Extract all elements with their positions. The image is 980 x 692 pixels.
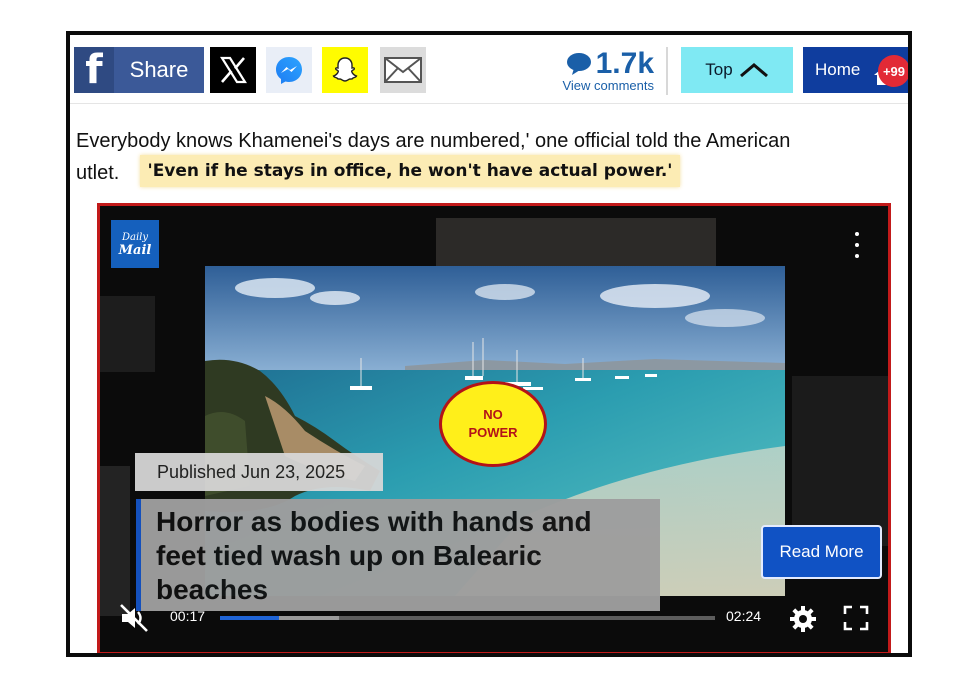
view-comments-label: View comments: [562, 78, 654, 93]
top-label: Top: [705, 60, 733, 79]
share-toolbar: f Share 1.7k View comments Top Home +99: [70, 35, 908, 103]
duration-time: 02:24: [726, 608, 762, 624]
snapchat-icon: [332, 57, 358, 82]
comments-count: 1.7k: [595, 47, 654, 80]
headline-text: Horror as bodies with hands and feet tie…: [156, 506, 592, 605]
screenshot-frame: f Share 1.7k View comments Top Home +99 …: [66, 31, 912, 657]
messenger-icon: [276, 57, 302, 84]
video-headline: Horror as bodies with hands and feet tie…: [136, 499, 660, 611]
email-icon: [384, 57, 422, 83]
chevron-up-icon: [739, 63, 768, 78]
email-share-button[interactable]: [380, 47, 426, 93]
logo-line-2: Mail: [118, 243, 152, 258]
muted-speaker-icon[interactable]: [118, 602, 150, 634]
article-paragraph: Everybody knows Khamenei's days are numb…: [76, 125, 896, 184]
daily-mail-logo: Daily Mail: [111, 220, 159, 268]
comment-bubble-icon: [566, 53, 591, 75]
facebook-icon: f: [74, 47, 114, 93]
no-power-stamp: NO POWER: [439, 381, 547, 467]
read-more-button[interactable]: Read More: [761, 525, 882, 579]
highlighted-quote: 'Even if he stays in office, he won't ha…: [140, 155, 680, 187]
toolbar-divider: [666, 47, 668, 95]
background-thumbnail: [100, 296, 155, 372]
more-options-icon[interactable]: [852, 232, 862, 258]
fullscreen-icon[interactable]: [842, 604, 870, 632]
comments-link[interactable]: 1.7k View comments: [550, 49, 654, 95]
snapchat-share-button[interactable]: [322, 47, 368, 93]
video-player[interactable]: Daily Mail NO POWER Published Jun 23, 20…: [97, 203, 891, 653]
x-share-button[interactable]: [210, 47, 256, 93]
article-line-2: utlet.: [76, 162, 120, 184]
back-to-top-button[interactable]: Top: [681, 47, 793, 93]
stamp-line-1: NO: [483, 407, 503, 422]
home-label: Home: [815, 60, 861, 79]
messenger-share-button[interactable]: [266, 47, 312, 93]
progress-fill: [220, 616, 280, 620]
background-thumbnail: [100, 466, 130, 616]
video-controls: 00:17 02:24: [100, 596, 888, 636]
settings-gear-icon[interactable]: [788, 604, 818, 634]
toolbar-separator: [70, 103, 908, 104]
background-thumbnail: [792, 376, 888, 546]
share-label: Share: [129, 57, 189, 82]
x-icon: [220, 56, 247, 84]
published-date: Published Jun 23, 2025: [135, 453, 383, 491]
facebook-share-button[interactable]: f Share: [74, 47, 204, 93]
progress-bar[interactable]: [220, 616, 715, 620]
stamp-line-2: POWER: [468, 425, 518, 440]
notification-badge: +99: [878, 55, 908, 87]
article-line-1: Everybody knows Khamenei's days are numb…: [76, 130, 791, 152]
background-thumbnail: [436, 218, 716, 270]
current-time: 00:17: [170, 608, 206, 624]
